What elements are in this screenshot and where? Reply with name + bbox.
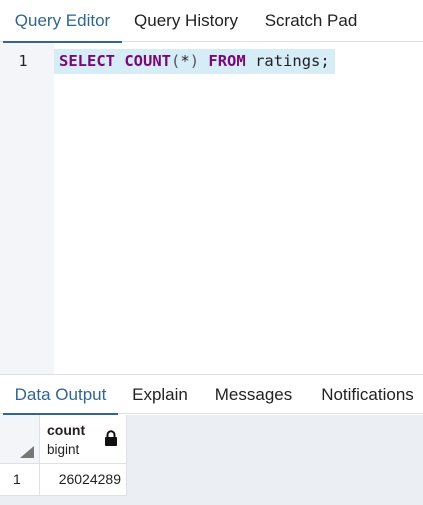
tab-scratch-pad[interactable]: Scratch Pad — [257, 0, 365, 42]
lock-icon — [105, 430, 117, 446]
grid-header: count bigint — [0, 415, 423, 464]
tab-explain[interactable]: Explain — [126, 375, 194, 414]
tab-data-output[interactable]: Data Output — [3, 375, 118, 415]
column-header-count[interactable]: count bigint — [40, 415, 127, 464]
column-name: count — [47, 422, 86, 438]
paren-open: ( — [171, 52, 181, 70]
paren-close: ) — [189, 52, 200, 70]
output-tab-bar: Data Output Explain Messages Notificatio… — [0, 374, 423, 415]
keyword-count: COUNT — [124, 52, 172, 70]
select-all-cell[interactable] — [0, 415, 40, 464]
editor-tab-bar: Query Editor Query History Scratch Pad — [0, 0, 423, 43]
tab-query-editor[interactable]: Query Editor — [3, 0, 122, 43]
tab-messages[interactable]: Messages — [206, 375, 301, 414]
keyword-select: SELECT — [59, 52, 115, 70]
asterisk: * — [180, 52, 190, 70]
row-number[interactable]: 1 — [0, 464, 40, 496]
tab-query-history[interactable]: Query History — [126, 0, 246, 42]
result-grid: count bigint 1 26024289 — [0, 415, 423, 505]
column-type: bigint — [47, 442, 80, 457]
line-number-gutter: 1 — [0, 43, 54, 374]
table-name: ratings; — [255, 52, 330, 70]
code-line-1[interactable]: SELECT COUNT(*) FROM ratings; — [54, 49, 335, 74]
select-all-triangle-icon — [20, 446, 34, 458]
sql-editor[interactable]: 1 SELECT COUNT(*) FROM ratings; — [0, 43, 423, 374]
cell-count[interactable]: 26024289 — [40, 464, 127, 496]
table-row: 1 26024289 — [0, 464, 423, 496]
line-number: 1 — [18, 52, 28, 70]
tab-notifications[interactable]: Notifications — [312, 375, 423, 414]
pgadmin-query-tool: Query Editor Query History Scratch Pad 1… — [0, 0, 423, 505]
keyword-from: FROM — [208, 52, 246, 70]
